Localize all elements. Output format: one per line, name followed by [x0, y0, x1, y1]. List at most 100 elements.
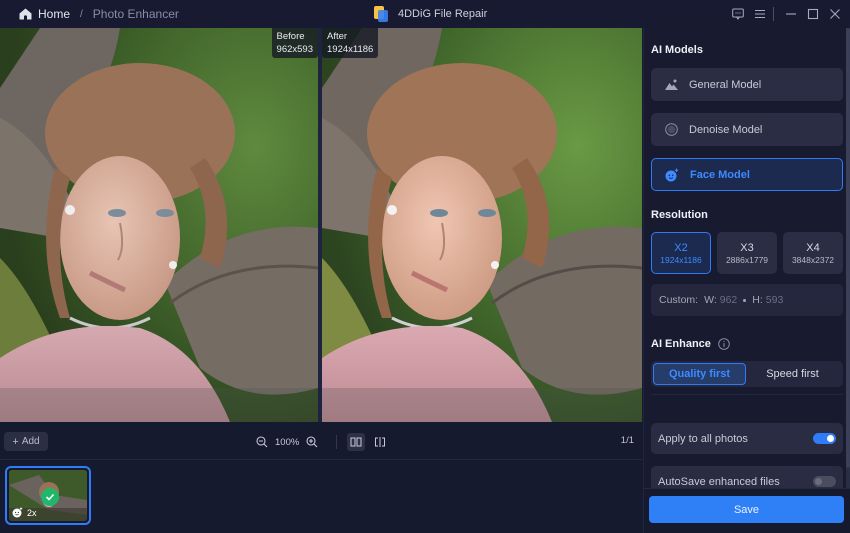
before-pane[interactable]: Before 962x593 — [0, 28, 318, 422]
done-check-icon — [41, 488, 59, 506]
ai-enhance-title-text: AI Enhance — [651, 338, 711, 350]
maximize-button[interactable] — [802, 0, 824, 28]
after-label-size: 1924x1186 — [327, 44, 374, 55]
width-input[interactable]: 962 — [720, 294, 738, 306]
resolution-x4-scale: X4 — [806, 241, 820, 254]
custom-resolution: Custom: W: 962 H: 593 — [651, 284, 843, 316]
face-model-button[interactable]: Face Model — [651, 158, 843, 191]
menu-button[interactable] — [749, 0, 771, 28]
landscape-icon — [664, 78, 678, 92]
title-bar: Home / Photo Enhancer 4DDiG File Repair — [0, 0, 850, 28]
thumbnail-item[interactable]: 2x — [5, 466, 91, 525]
home-icon[interactable] — [19, 8, 32, 20]
panel-divider — [651, 394, 843, 395]
toggle-knob — [827, 435, 834, 442]
minimize-icon — [786, 13, 796, 15]
enhance-mode-selector: Quality first Speed first — [651, 361, 843, 387]
thumbnail-scale-label: 2x — [27, 507, 37, 518]
ai-models-title-text: AI Models — [651, 44, 703, 56]
thumbnail-scale: 2x — [12, 507, 37, 518]
menu-icon — [755, 9, 765, 19]
face-model-label: Face Model — [690, 168, 750, 181]
app-window: Home / Photo Enhancer 4DDiG File Repair — [0, 0, 850, 533]
denoise-model-label: Denoise Model — [689, 123, 763, 136]
before-photo — [0, 28, 318, 422]
add-button[interactable]: + Add — [4, 432, 48, 451]
autosave-toggle[interactable] — [813, 476, 836, 487]
split-view-icon — [375, 437, 386, 447]
settings-panel: AI Models General Model Denoise Model Fa… — [643, 28, 850, 533]
panel-scrollbar-thumb[interactable] — [846, 28, 850, 468]
resolution-x4-button[interactable]: X4 3848x2372 — [783, 232, 843, 274]
close-icon — [830, 9, 840, 19]
app-title: 4DDiG File Repair — [374, 0, 487, 28]
compare-viewer[interactable]: Before 962x593 After 1924x1186 — [0, 28, 642, 422]
zoom-in-icon[interactable] — [306, 436, 318, 448]
resolution-x2-size: 1924x1186 — [660, 254, 702, 265]
autosave-label: AutoSave enhanced files — [658, 475, 780, 488]
height-input[interactable]: 593 — [766, 294, 784, 306]
custom-label: Custom: — [659, 294, 699, 306]
page-counter: 1/1 — [620, 435, 634, 446]
side-by-side-view-button[interactable] — [347, 433, 366, 451]
before-label: Before 962x593 — [271, 28, 318, 58]
zoom-level: 100% — [275, 436, 300, 448]
breadcrumb-current: Photo Enhancer — [92, 7, 179, 21]
app-logo-icon — [374, 6, 388, 22]
plus-icon: + — [12, 435, 19, 448]
feedback-icon — [732, 8, 744, 20]
split-view-button[interactable] — [371, 433, 389, 451]
resolution-x2-button[interactable]: X2 1924x1186 — [651, 232, 711, 274]
toggle-knob — [815, 478, 822, 485]
height-label: H: — [752, 294, 763, 306]
denoise-model-button[interactable]: Denoise Model — [651, 113, 843, 146]
resolution-x2-scale: X2 — [674, 241, 688, 254]
zoom-controls: 100% — [256, 432, 389, 452]
speed-first-option[interactable]: Speed first — [746, 363, 839, 385]
general-model-button[interactable]: General Model — [651, 68, 843, 101]
save-button[interactable]: Save — [649, 496, 844, 523]
toolbar-divider — [336, 435, 338, 449]
breadcrumb-separator: / — [80, 8, 83, 20]
info-icon[interactable] — [718, 338, 730, 350]
feedback-button[interactable] — [727, 0, 749, 28]
side-by-side-icon — [350, 437, 362, 447]
resolution-x3-scale: X3 — [740, 241, 754, 254]
apply-all-toggle[interactable] — [813, 433, 836, 444]
after-pane[interactable]: After 1924x1186 — [322, 28, 642, 422]
ai-models-title: AI Models — [651, 44, 703, 56]
resolution-x3-button[interactable]: X3 2886x1779 — [717, 232, 777, 274]
quality-first-option[interactable]: Quality first — [653, 363, 746, 385]
resolution-title-text: Resolution — [651, 209, 708, 221]
zoom-out-icon[interactable] — [256, 436, 268, 448]
window-controls — [727, 0, 850, 28]
apply-all-row: Apply to all photos — [651, 423, 843, 454]
custom-separator-dot — [743, 298, 747, 302]
thumbnail-image: 2x — [9, 470, 87, 521]
after-photo — [322, 28, 642, 422]
close-button[interactable] — [824, 0, 846, 28]
general-model-label: General Model — [689, 78, 762, 91]
face-sparkle-icon — [665, 168, 679, 182]
width-label: W: — [704, 294, 717, 306]
after-label: After 1924x1186 — [322, 28, 379, 58]
before-label-size: 962x593 — [276, 44, 313, 55]
controls-divider — [773, 7, 774, 21]
app-title-text: 4DDiG File Repair — [398, 8, 488, 20]
minimize-button[interactable] — [780, 0, 802, 28]
apply-all-label: Apply to all photos — [658, 432, 748, 445]
panel-scrollbar[interactable] — [846, 28, 850, 488]
denoise-icon — [664, 123, 678, 137]
resolution-title: Resolution — [651, 209, 708, 221]
breadcrumb-home[interactable]: Home — [38, 7, 70, 21]
ai-enhance-title: AI Enhance — [651, 338, 730, 350]
resolution-x4-size: 3848x2372 — [791, 254, 835, 265]
panel-footer: Save — [644, 488, 850, 533]
before-label-title: Before — [276, 31, 305, 42]
thumbnail-strip: 2x — [0, 460, 642, 533]
face-model-small-icon — [12, 507, 23, 518]
maximize-icon — [807, 8, 819, 20]
add-button-label: Add — [21, 436, 40, 447]
after-label-title: After — [327, 31, 348, 42]
resolution-x3-size: 2886x1779 — [725, 254, 769, 265]
